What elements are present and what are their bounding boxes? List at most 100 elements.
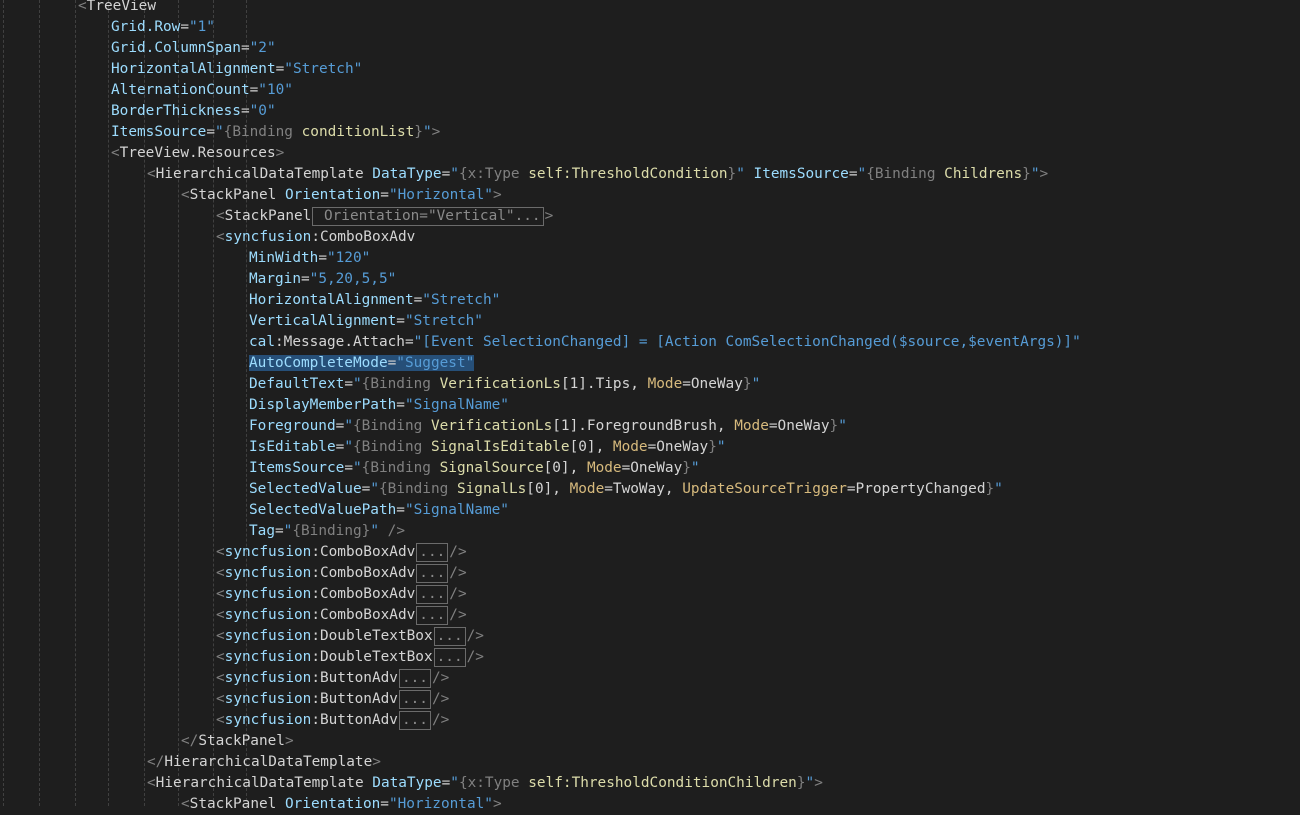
code-token: "0" [249, 103, 276, 119]
code-token: AutoCompleteMode [249, 355, 388, 371]
code-line[interactable]: Foreground="{Binding VerificationLs[1].F… [249, 416, 847, 437]
code-token: StackPanel [189, 187, 285, 203]
code-token: Grid.ColumnSpan [111, 40, 241, 56]
collapsed-region[interactable]: ... [416, 563, 449, 583]
code-line[interactable]: <HierarchicalDataTemplate DataType="{x:T… [147, 773, 823, 794]
code-token: < [216, 649, 225, 665]
code-line[interactable]: HorizontalAlignment="Stretch" [249, 290, 500, 311]
code-token: =TwoWay, [604, 481, 683, 497]
code-line[interactable]: BorderThickness="0" [111, 101, 276, 122]
code-token: : [311, 628, 320, 644]
code-token: AlternationCount [111, 82, 250, 98]
code-token: /> [466, 628, 484, 644]
code-token: {Binding [361, 460, 440, 476]
code-line[interactable]: Margin="5,20,5,5" [249, 269, 396, 290]
indent-guide [3, 0, 4, 806]
collapsed-region[interactable]: ... [416, 605, 449, 625]
code-token: = [240, 103, 250, 119]
code-token: " [994, 481, 1003, 497]
code-line[interactable]: ItemsSource="{Binding SignalSource[0], M… [249, 458, 700, 479]
code-line[interactable]: MinWidth="120" [249, 248, 370, 269]
code-token: {Binding [352, 418, 431, 434]
code-line[interactable]: ItemsSource="{Binding conditionList}"> [111, 122, 440, 143]
code-line[interactable]: IsEditable="{Binding SignalIsEditable[0]… [249, 437, 726, 458]
code-token: < [216, 565, 225, 581]
code-token: " [716, 439, 726, 455]
code-token: = [848, 166, 858, 182]
code-line[interactable]: SelectedValue="{Binding SignalLs[0], Mod… [249, 479, 1003, 500]
code-line[interactable]: <HierarchicalDataTemplate DataType="{x:T… [147, 164, 1048, 185]
code-token: < [181, 187, 190, 203]
code-token: < [216, 607, 225, 623]
code-line[interactable]: AlternationCount="10" [111, 80, 293, 101]
code-token: SignalSource [439, 460, 544, 476]
code-token: VerificationLs [439, 376, 561, 392]
code-line[interactable]: <StackPanel Orientation="Horizontal"> [181, 185, 502, 206]
collapsed-region[interactable]: ... [416, 584, 449, 604]
code-editor[interactable]: <TreeView Grid.Row="1" Grid.ColumnSpan="2"… [0, 0, 1300, 812]
code-token: " [370, 523, 379, 539]
code-token: " [370, 481, 379, 497]
collapsed-region[interactable]: ... [433, 626, 466, 646]
code-token: Orientation [284, 796, 381, 812]
code-line[interactable]: <TreeView.Resources> [111, 143, 284, 164]
collapsed-region[interactable]: ... [416, 542, 449, 562]
code-token: " [736, 166, 754, 182]
code-token: = [344, 376, 353, 392]
code-line[interactable]: <StackPanel Orientation="Horizontal"> [181, 794, 502, 815]
collapsed-region[interactable]: ... [398, 710, 431, 730]
code-token: {Binding [361, 376, 440, 392]
code-token: /> [431, 691, 450, 707]
code-line[interactable]: DefaultText="{Binding VerificationLs[1].… [249, 374, 760, 395]
code-token: "10" [258, 82, 293, 98]
code-token: SelectedValue [249, 481, 362, 497]
code-line[interactable]: <TreeView [78, 0, 156, 17]
code-line[interactable]: cal:Message.Attach="[Event SelectionChan… [249, 332, 1081, 353]
code-token: "Horizontal" [388, 187, 493, 203]
code-line[interactable]: DisplayMemberPath="SignalName" [249, 395, 509, 416]
code-token: = [249, 82, 259, 98]
code-line[interactable]: <syncfusion:ComboBoxAdv.../> [216, 584, 467, 605]
code-token: =OneWay [682, 376, 743, 392]
code-line[interactable]: Tag="{Binding}" /> [249, 521, 405, 542]
collapsed-region[interactable]: ... [398, 668, 431, 688]
code-line[interactable]: <syncfusion:DoubleTextBox.../> [216, 647, 484, 668]
code-line[interactable]: Grid.Row="1" [111, 17, 215, 38]
code-token: "SignalName" [404, 502, 509, 518]
code-line[interactable]: </HierarchicalDataTemplate> [147, 752, 381, 773]
code-line[interactable]: <syncfusion:ComboBoxAdv.../> [216, 542, 467, 563]
code-line[interactable]: <syncfusion:ComboBoxAdv.../> [216, 563, 467, 584]
code-token: /> [379, 523, 405, 539]
code-line[interactable]: <StackPanel Orientation="Vertical"... > [216, 206, 553, 227]
code-line[interactable]: SelectedValuePath="SignalName" [249, 500, 509, 521]
code-token: HierarchicalDataTemplate [155, 775, 373, 791]
collapsed-region[interactable]: ... [433, 647, 466, 667]
selected-text[interactable]: AutoCompleteMode="Suggest" [249, 355, 475, 371]
code-line[interactable]: HorizontalAlignment="Stretch" [111, 59, 362, 80]
code-line[interactable]: <syncfusion:ButtonAdv.../> [216, 668, 449, 689]
code-line[interactable]: <syncfusion:ComboBoxAdv.../> [216, 605, 467, 626]
code-token: ComboBoxAdv [319, 229, 416, 245]
code-line[interactable]: </StackPanel> [181, 731, 294, 752]
code-token: syncfusion [224, 607, 312, 623]
code-line[interactable]: <syncfusion:DoubleTextBox.../> [216, 626, 484, 647]
code-line[interactable]: VerticalAlignment="Stretch" [249, 311, 483, 332]
code-token: < [216, 691, 225, 707]
code-line[interactable]: <syncfusion:ButtonAdv.../> [216, 689, 449, 710]
code-line[interactable]: AutoCompleteMode="Suggest" [249, 353, 475, 374]
code-line[interactable]: <syncfusion:ComboBoxAdv [216, 227, 415, 248]
code-token: " [352, 376, 362, 392]
code-token: } [682, 460, 691, 476]
code-token: ButtonAdv [319, 670, 398, 686]
code-line[interactable]: Grid.ColumnSpan="2" [111, 38, 276, 59]
code-token: HorizontalAlignment [111, 61, 276, 77]
code-token: syncfusion [224, 670, 312, 686]
collapsed-region[interactable]: Orientation="Vertical"... [312, 206, 544, 226]
code-token: Mode [569, 481, 605, 497]
collapsed-region[interactable]: ... [398, 689, 431, 709]
code-line[interactable]: <syncfusion:ButtonAdv.../> [216, 710, 449, 731]
code-token: self:ThresholdConditionChildren [528, 775, 797, 791]
code-token: > [492, 187, 502, 203]
code-token: StackPanel [224, 208, 312, 224]
code-token: cal [249, 334, 275, 350]
